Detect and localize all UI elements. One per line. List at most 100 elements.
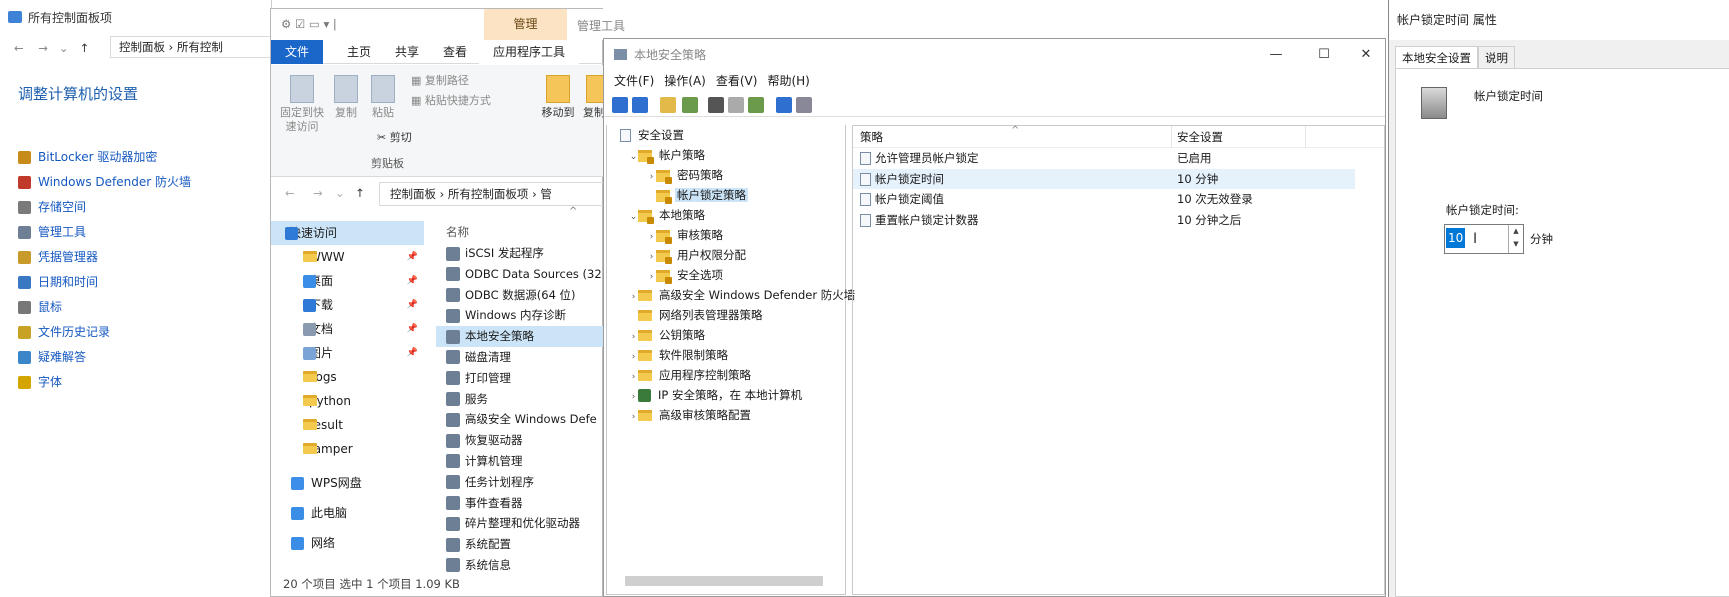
tree-node[interactable]: › 应用程序控制策略 (607, 365, 845, 385)
file-row[interactable]: 磁盘清理 (436, 347, 604, 368)
policy-row[interactable]: 允许管理员帐户锁定 已启用 (853, 148, 1384, 169)
file-row[interactable]: 事件查看器 (436, 493, 604, 514)
control-panel-item[interactable]: 疑难解答 (18, 345, 271, 370)
help-icon[interactable] (776, 97, 792, 113)
control-panel-item[interactable]: 鼠标 (18, 295, 271, 320)
up-arrow-icon[interactable]: ↑ (355, 186, 365, 200)
sidebar-item[interactable]: 此电脑 (271, 501, 424, 525)
pin-icon[interactable]: 📌 (407, 341, 418, 365)
policy-row[interactable]: 帐户锁定阈值 10 次无效登录 (853, 189, 1384, 210)
tree-node[interactable]: 安全设置 (607, 125, 845, 145)
back-arrow-icon[interactable]: ← (285, 186, 295, 200)
tree-node[interactable]: › 安全选项 (607, 265, 845, 285)
tree-node[interactable]: ⌄ 本地策略 (607, 205, 845, 225)
file-row[interactable]: ODBC Data Sources (32 (436, 264, 604, 285)
expand-caret-icon[interactable]: › (629, 367, 638, 387)
up-arrow-icon[interactable]: ↑ (79, 41, 89, 55)
tab-3[interactable]: 查看 (429, 40, 481, 64)
tab-1[interactable]: 主页 (333, 40, 385, 64)
maximize-button[interactable]: ☐ (1304, 39, 1344, 71)
tree-horizontal-scrollbar[interactable] (615, 574, 839, 588)
sidebar-item[interactable]: 文档 📌 (271, 317, 424, 341)
sidebar-item[interactable]: Logs (271, 365, 424, 389)
expand-caret-icon[interactable]: › (629, 387, 638, 407)
control-panel-item[interactable]: 凭据管理器 (18, 245, 271, 270)
tree-node[interactable]: › 软件限制策略 (607, 345, 845, 365)
pin-icon[interactable]: 📌 (407, 317, 418, 341)
control-panel-item[interactable]: 存储空间 (18, 195, 271, 220)
control-panel-item[interactable]: 管理工具 (18, 220, 271, 245)
pin-quick-access-button[interactable]: 固定到快速访问 (277, 75, 327, 134)
column-header-name[interactable]: 名称 (436, 221, 604, 243)
quick-access-toolbar[interactable]: ⚙ ☑ ▭ ▾ | (281, 17, 337, 31)
tab-context-manage[interactable]: 管理 (484, 9, 567, 40)
tree-node[interactable]: 网络列表管理器策略 (607, 305, 845, 325)
spin-up-icon[interactable]: ▲ (1513, 227, 1518, 235)
paste-button[interactable]: 粘贴 (367, 75, 399, 120)
chevron-down-icon[interactable]: ⌄ (335, 186, 345, 200)
file-row[interactable]: 恢复驱动器 (436, 430, 604, 451)
tree-node[interactable]: 帐户锁定策略 (607, 185, 845, 205)
scrollbar-thumb[interactable] (625, 576, 823, 586)
spinner-arrows[interactable]: ▲ ▼ (1508, 225, 1523, 253)
export-icon[interactable] (748, 97, 764, 113)
control-panel-item[interactable]: BitLocker 驱动器加密 (18, 145, 271, 170)
cut-button[interactable]: ✂ 剪切 (377, 131, 412, 145)
move-to-button[interactable]: 移动到 (539, 75, 577, 120)
control-panel-item[interactable]: 字体 (18, 370, 271, 395)
file-row[interactable]: 高级安全 Windows Defe (436, 409, 604, 430)
properties-icon[interactable] (728, 97, 744, 113)
file-row[interactable]: 服务 (436, 389, 604, 410)
pin-icon[interactable]: 📌 (407, 269, 418, 293)
expand-caret-icon[interactable]: ⌄ (629, 207, 638, 227)
explorer-address-bar[interactable]: 控制面板 › 所有控制面板项 › 管 (379, 182, 604, 206)
show-tree-icon[interactable] (682, 97, 698, 113)
sidebar-item[interactable]: 图片 📌 (271, 341, 424, 365)
sidebar-item[interactable]: 快速访问 (271, 221, 424, 245)
delete-icon[interactable] (708, 97, 724, 113)
up-folder-icon[interactable] (660, 97, 676, 113)
tab-2[interactable]: 共享 (381, 40, 433, 64)
column-header-setting[interactable]: 安全设置 (1177, 126, 1223, 148)
sidebar-item[interactable]: python (271, 389, 424, 413)
forward-arrow-icon[interactable]: → (38, 41, 48, 55)
tab-explain[interactable]: 说明 (1478, 46, 1515, 68)
file-row[interactable]: 计算机管理 (436, 451, 604, 472)
expand-caret-icon[interactable]: › (647, 267, 656, 287)
expand-caret-icon[interactable]: › (629, 327, 638, 347)
file-row[interactable]: ODBC 数据源(64 位) (436, 285, 604, 306)
sidebar-item[interactable]: 网络 (271, 531, 424, 555)
expand-caret-icon[interactable]: › (629, 407, 638, 427)
control-panel-item[interactable]: 文件历史记录 (18, 320, 271, 345)
tree-node[interactable]: › IP 安全策略，在 本地计算机 (607, 385, 845, 405)
duration-spinner[interactable]: 10 I ▲ ▼ (1444, 224, 1524, 254)
expand-caret-icon[interactable]: › (647, 247, 656, 267)
expand-caret-icon[interactable]: › (647, 167, 656, 187)
forward-icon[interactable] (632, 97, 648, 113)
pin-icon[interactable]: 📌 (407, 293, 418, 317)
menu-item[interactable]: 帮助(H) (767, 74, 809, 88)
spin-down-icon[interactable]: ▼ (1513, 240, 1518, 248)
tree-node[interactable]: › 用户权限分配 (607, 245, 845, 265)
file-row[interactable]: iSCSI 发起程序 (436, 243, 604, 264)
file-row[interactable]: 打印管理 (436, 368, 604, 389)
copy-path-button[interactable]: ▦ 复制路径 (411, 74, 469, 88)
sidebar-item[interactable]: WWW 📌 (271, 245, 424, 269)
file-row[interactable]: 任务计划程序 (436, 472, 604, 493)
sidebar-item[interactable]: WPS网盘 (271, 471, 424, 495)
file-row[interactable]: 本地安全策略 (436, 326, 604, 347)
control-panel-address-bar[interactable]: 控制面板 › 所有控制 (110, 36, 275, 58)
sidebar-item[interactable]: tamper (271, 437, 424, 461)
policy-row[interactable]: 帐户锁定时间 10 分钟 (853, 168, 1355, 190)
tree-node[interactable]: › 高级安全 Windows Defender 防火墙 (607, 285, 856, 307)
tree-node[interactable]: ⌄ 帐户策略 (607, 145, 845, 165)
tree-node[interactable]: › 密码策略 (607, 165, 845, 185)
copy-button[interactable]: 复制 (331, 75, 361, 120)
pin-icon[interactable]: 📌 (407, 245, 418, 269)
policy-row[interactable]: 重置帐户锁定计数器 10 分钟之后 (853, 210, 1384, 231)
file-row[interactable]: 系统配置 (436, 534, 604, 555)
expand-caret-icon[interactable]: › (629, 287, 638, 307)
file-row[interactable]: 系统信息 (436, 555, 604, 576)
column-header-policy[interactable]: 策略 (860, 126, 883, 148)
control-panel-item[interactable]: Windows Defender 防火墙 (18, 170, 271, 195)
